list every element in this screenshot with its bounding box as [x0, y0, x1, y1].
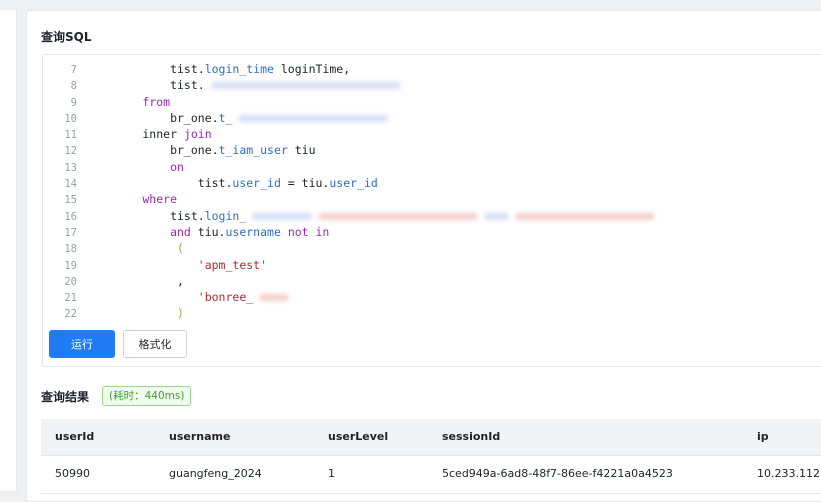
code-token: ,	[87, 273, 184, 288]
redacted-text	[252, 212, 313, 220]
redacted-text	[238, 114, 389, 122]
redacted-text	[259, 294, 290, 302]
format-button[interactable]: 格式化	[123, 330, 187, 358]
line-number: 11	[64, 129, 77, 142]
column-header-sessionid[interactable]: sessionId	[442, 419, 500, 455]
line-number: 13	[64, 161, 77, 174]
query-card: 查询SQL 7 tist.login_time loginTime, 8 tist…	[26, 10, 821, 502]
redacted-text	[484, 212, 510, 220]
cell-userid: 50990	[55, 467, 90, 480]
line-number: 16	[64, 210, 77, 223]
code-lines: 7 tist.login_time loginTime, 8 tist. 9 fro…	[43, 61, 821, 322]
code-token: login_time	[204, 62, 274, 76]
code-line: 8 tist.	[43, 77, 821, 93]
code-token: from	[87, 94, 171, 109]
line-number: 19	[64, 259, 77, 272]
column-header-userlevel[interactable]: userLevel	[328, 419, 388, 455]
sql-editor[interactable]: 7 tist.login_time loginTime, 8 tist. 9 fro…	[42, 54, 821, 326]
line-number: 17	[64, 226, 77, 239]
code-line: 17 and tiu.username not in	[43, 224, 821, 240]
column-header-ip[interactable]: ip	[757, 419, 769, 455]
code-token: t_iam_user	[218, 143, 288, 158]
code-token: user_id	[329, 176, 378, 191]
query-time-badge: (耗时：440ms)	[102, 386, 192, 406]
left-panel	[0, 10, 17, 491]
table-header: userId username userLevel sessionId ip	[41, 419, 821, 456]
redacted-text	[210, 82, 401, 90]
cell-sessionid: 5ced949a-6ad8-48f7-86ee-f4221a0a4523	[442, 467, 673, 480]
line-number: 22	[64, 308, 77, 321]
code-token: tist.	[87, 176, 233, 191]
line-number: 9	[70, 96, 77, 109]
code-token: inner	[87, 127, 184, 142]
cell-username: guangfeng_2024	[169, 467, 262, 480]
cell-userlevel: 1	[328, 467, 335, 480]
code-line: 21 'bonree_	[43, 289, 821, 305]
results-table: userId username userLevel sessionId ip 5…	[41, 419, 821, 494]
code-line: 20 ,	[43, 273, 821, 289]
code-line: 19 'apm_test'	[43, 257, 821, 273]
code-token: join	[183, 127, 212, 142]
code-token: )	[87, 306, 184, 321]
code-token: br_one.	[87, 143, 219, 158]
code-token: br_one.	[87, 110, 219, 125]
code-line: 13 on	[43, 159, 821, 175]
code-token: username	[225, 224, 281, 239]
code-token: not in	[287, 224, 330, 239]
code-line: 16 tist.login_	[43, 208, 821, 224]
column-header-userid[interactable]: userId	[55, 419, 94, 455]
code-line: 7 tist.login_time loginTime,	[43, 61, 821, 77]
editor-actions: 运行 格式化	[42, 324, 821, 367]
code-line: 12 br_one.t_iam_user tiu	[43, 142, 821, 158]
line-number: 20	[64, 275, 77, 288]
code-token: where	[87, 192, 178, 207]
code-token: tist.	[87, 78, 205, 93]
code-token: loginTime,	[273, 62, 351, 76]
line-number: 21	[64, 292, 77, 305]
code-token: tist.	[87, 62, 205, 76]
redacted-text	[515, 212, 656, 220]
code-token: tiu.	[190, 224, 226, 239]
redacted-text	[318, 212, 479, 220]
line-number: 10	[64, 112, 77, 125]
sql-section-title: 查询SQL	[41, 30, 92, 44]
code-line: 10 br_one.t_	[43, 110, 821, 126]
line-number: 14	[64, 178, 77, 191]
line-number: 12	[64, 145, 77, 158]
column-header-username[interactable]: username	[169, 419, 230, 455]
code-token: (	[87, 241, 184, 256]
cell-ip: 10.233.112.	[757, 467, 821, 480]
line-number: 15	[64, 194, 77, 207]
code-token: = tiu.	[280, 176, 330, 191]
code-token: 'apm_test'	[87, 257, 268, 272]
run-button[interactable]: 运行	[49, 330, 115, 358]
line-number: 18	[64, 243, 77, 256]
code-line: 15 where	[43, 191, 821, 207]
code-token: on	[87, 159, 184, 174]
table-row[interactable]: 50990 guangfeng_2024 1 5ced949a-6ad8-48f…	[41, 456, 821, 494]
code-line: 22 )	[43, 305, 821, 321]
code-token: t_	[218, 110, 233, 125]
code-line: 18 (	[43, 240, 821, 256]
code-line: 9 from	[43, 94, 821, 110]
code-token: and	[87, 224, 191, 239]
code-token: login_	[204, 208, 247, 223]
line-number: 7	[70, 64, 77, 76]
code-line: 14 tist.user_id = tiu.user_id	[43, 175, 821, 191]
line-number: 8	[70, 80, 77, 93]
code-line: 11 inner join	[43, 126, 821, 142]
code-token: tiu	[287, 143, 316, 158]
code-token: tist.	[87, 208, 205, 223]
code-token: 'bonree_	[87, 290, 254, 305]
results-title: 查询结果	[41, 390, 90, 404]
code-token: user_id	[232, 176, 281, 191]
